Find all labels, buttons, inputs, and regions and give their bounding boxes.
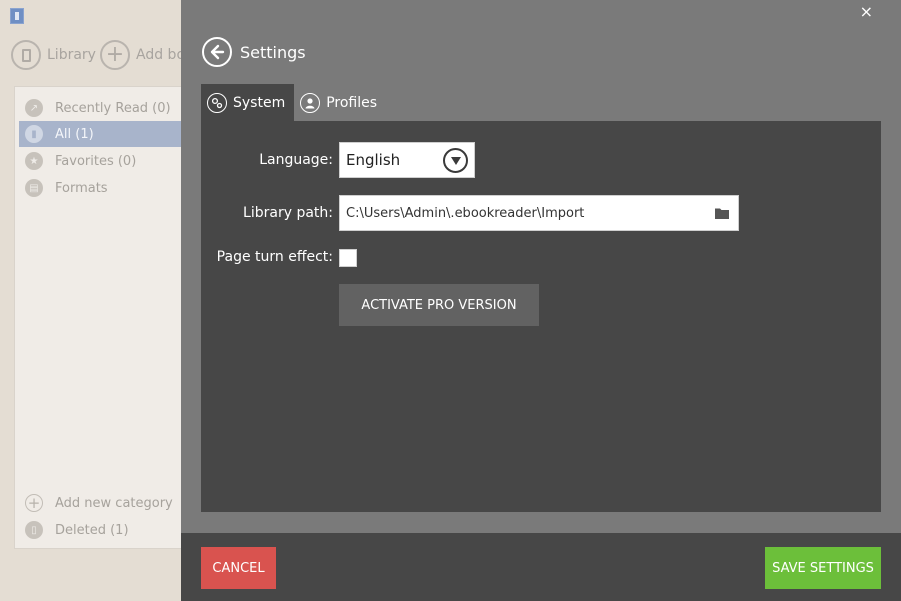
language-label: Language: <box>259 152 333 168</box>
sidebar-item-label: Add new category <box>55 495 173 511</box>
sidebar-item-favorites[interactable]: ★ Favorites (0) <box>19 148 182 174</box>
book-icon: ▮ <box>25 125 43 143</box>
gears-icon <box>207 93 227 113</box>
sidebar: ↗ Recently Read (0) ▮ All (1) ★ Favorite… <box>14 86 182 549</box>
add-book-label: Add bo <box>136 47 186 63</box>
background-app: Library + Add bo ↗ Recently Read (0) ▮ A… <box>0 0 185 601</box>
language-select[interactable]: English <box>339 142 475 178</box>
system-settings-panel: Language: English Library path: C:\Users… <box>201 121 881 512</box>
book-icon <box>11 40 41 70</box>
chevron-down-icon <box>443 148 468 173</box>
tab-label: System <box>233 95 286 111</box>
page-title: Settings <box>240 42 306 62</box>
dialog-footer: CANCEL SAVE SETTINGS <box>181 533 901 601</box>
tab-profiles[interactable]: Profiles <box>294 84 386 122</box>
save-settings-button[interactable]: SAVE SETTINGS <box>765 547 881 589</box>
page-turn-checkbox[interactable] <box>339 249 357 267</box>
add-category-button[interactable]: + Add new category <box>19 490 182 516</box>
library-path-label: Library path: <box>243 205 333 221</box>
library-path-value: C:\Users\Admin\.ebookreader\Import <box>346 205 585 221</box>
settings-tabs: System Profiles <box>201 84 386 122</box>
page-turn-label: Page turn effect: <box>216 249 333 265</box>
library-label: Library <box>47 47 96 63</box>
tab-label: Profiles <box>326 95 378 111</box>
add-book-button[interactable]: + Add bo <box>100 40 185 70</box>
sidebar-item-recently-read[interactable]: ↗ Recently Read (0) <box>19 95 182 121</box>
sidebar-item-label: Recently Read (0) <box>55 100 171 116</box>
user-icon <box>300 93 321 113</box>
settings-dialog: × Settings System Profiles Language: Eng… <box>181 0 901 601</box>
sidebar-item-label: All (1) <box>55 126 94 142</box>
folder-icon[interactable] <box>715 207 729 219</box>
arrow-left-icon <box>210 44 225 60</box>
sidebar-item-deleted[interactable]: ▯ Deleted (1) <box>19 517 182 543</box>
close-button[interactable]: × <box>860 4 873 20</box>
sidebar-item-formats[interactable]: ▤ Formats <box>19 175 182 201</box>
star-icon: ★ <box>25 152 43 170</box>
share-icon: ↗ <box>25 99 43 117</box>
activate-pro-button[interactable]: ACTIVATE PRO VERSION <box>339 284 539 326</box>
plus-icon: + <box>100 40 130 70</box>
plus-icon: + <box>25 494 43 512</box>
trash-icon: ▯ <box>25 521 43 539</box>
app-logo-icon <box>10 8 24 24</box>
sidebar-item-label: Deleted (1) <box>55 522 129 538</box>
sidebar-item-all[interactable]: ▮ All (1) <box>19 121 182 147</box>
back-button[interactable] <box>202 37 232 67</box>
library-path-field[interactable]: C:\Users\Admin\.ebookreader\Import <box>339 195 739 231</box>
library-button[interactable]: Library <box>11 40 96 70</box>
sidebar-item-label: Formats <box>55 180 108 196</box>
language-value: English <box>346 151 401 169</box>
tab-system[interactable]: System <box>201 84 295 122</box>
file-icon: ▤ <box>25 179 43 197</box>
sidebar-item-label: Favorites (0) <box>55 153 137 169</box>
settings-header: Settings <box>202 36 306 68</box>
cancel-button[interactable]: CANCEL <box>201 547 276 589</box>
